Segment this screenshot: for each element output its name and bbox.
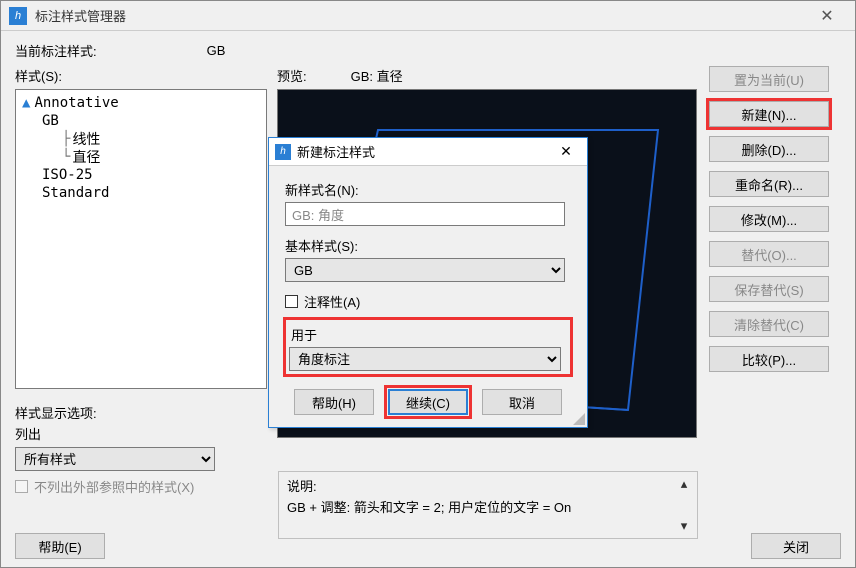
new-button[interactable]: 新建(N)... [709, 101, 829, 127]
new-name-label: 新样式名(N): [285, 180, 571, 199]
base-style-select[interactable]: GB [285, 258, 565, 282]
description-text: GB + 调整: 箭头和文字 = 2; 用户定位的文字 = On [287, 497, 571, 516]
current-style-label: 当前标注样式: [15, 41, 97, 60]
description-label: 说明: [287, 476, 689, 495]
used-for-select[interactable]: 角度标注 [289, 347, 561, 371]
styles-label: 样式(S): [15, 66, 267, 85]
preview-value: GB: 直径 [351, 66, 403, 85]
tree-item-gb[interactable]: GB [22, 112, 260, 130]
rename-button[interactable]: 重命名(R)... [709, 171, 829, 197]
title-bar: h 标注样式管理器 ✕ [1, 1, 855, 31]
delete-button[interactable]: 删除(D)... [709, 136, 829, 162]
list-label: 列出 [15, 424, 267, 443]
dialog-help-button[interactable]: 帮助(H) [294, 389, 374, 415]
tree-item-standard[interactable]: Standard [22, 184, 260, 202]
styles-tree[interactable]: ▲Annotative GB ├线性 └直径 ISO-25 Standard [15, 89, 267, 389]
new-style-dialog: h 新建标注样式 ✕ 新样式名(N): 基本样式(S): GB 注释性(A) 用… [268, 137, 588, 428]
scroll-down-icon[interactable]: ▾ [677, 518, 691, 534]
dialog-continue-button[interactable]: 继续(C) [388, 389, 468, 415]
dialog-title: 新建标注样式 [297, 142, 551, 161]
tree-item-annotative[interactable]: ▲Annotative [22, 94, 260, 112]
xref-checkbox-label: 不列出外部参照中的样式(X) [34, 477, 194, 496]
current-style-value: GB [207, 43, 226, 58]
clear-override-button[interactable]: 清除替代(C) [709, 311, 829, 337]
set-current-button[interactable]: 置为当前(U) [709, 66, 829, 92]
save-override-button[interactable]: 保存替代(S) [709, 276, 829, 302]
xref-checkbox[interactable] [15, 480, 28, 493]
override-button[interactable]: 替代(O)... [709, 241, 829, 267]
list-combo[interactable]: 所有样式 [15, 447, 215, 471]
dialog-titlebar: h 新建标注样式 ✕ [269, 138, 587, 166]
description-box: 说明: GB + 调整: 箭头和文字 = 2; 用户定位的文字 = On ▴ ▾ [278, 471, 698, 539]
tree-item-diameter[interactable]: └直径 [22, 148, 260, 166]
window-title: 标注样式管理器 [35, 6, 807, 25]
display-options-label: 样式显示选项: [15, 403, 267, 422]
dialog-app-icon: h [275, 144, 291, 160]
dialog-close-icon[interactable]: ✕ [551, 143, 581, 160]
base-style-label: 基本样式(S): [285, 236, 571, 255]
compare-button[interactable]: 比较(P)... [709, 346, 829, 372]
annotative-checkbox[interactable] [285, 295, 298, 308]
close-icon[interactable]: ✕ [807, 1, 847, 31]
help-button[interactable]: 帮助(E) [15, 533, 105, 559]
app-icon: h [9, 7, 27, 25]
tree-item-linear[interactable]: ├线性 [22, 130, 260, 148]
modify-button[interactable]: 修改(M)... [709, 206, 829, 232]
scroll-up-icon[interactable]: ▴ [677, 476, 691, 492]
dialog-cancel-button[interactable]: 取消 [482, 389, 562, 415]
used-for-label: 用于 [291, 325, 571, 344]
new-name-input[interactable] [285, 202, 565, 226]
annotative-label: 注释性(A) [304, 292, 360, 311]
resize-grip-icon[interactable] [573, 413, 585, 425]
preview-label: 预览: [277, 66, 307, 85]
close-button[interactable]: 关闭 [751, 533, 841, 559]
tree-item-iso25[interactable]: ISO-25 [22, 166, 260, 184]
